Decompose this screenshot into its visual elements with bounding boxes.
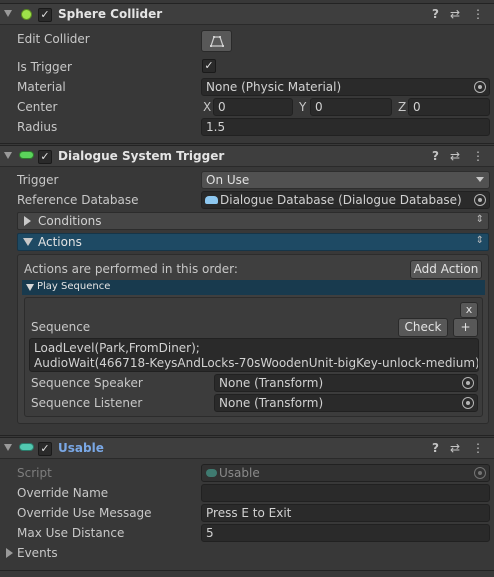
object-picker-icon[interactable] xyxy=(462,397,474,409)
sequence-listener-label: Sequence Listener xyxy=(31,396,143,410)
usable-enabled-checkbox[interactable]: ✓ xyxy=(38,442,52,456)
help-icon[interactable]: ? xyxy=(432,7,439,21)
foldout-expanded-icon xyxy=(26,284,34,291)
foldout-arrow-icon[interactable] xyxy=(4,152,12,159)
max-use-distance-field[interactable]: 5 xyxy=(201,524,490,542)
radius-field[interactable]: 1.5 xyxy=(201,118,490,136)
trigger-label: Trigger xyxy=(17,173,59,187)
object-picker-icon xyxy=(474,467,486,479)
center-y-field[interactable]: 0 xyxy=(310,98,392,116)
sphere-collider-title: Sphere Collider xyxy=(58,7,163,21)
conditions-label: Conditions xyxy=(38,214,102,228)
database-icon xyxy=(205,196,218,204)
play-sequence-header[interactable]: Play Sequence xyxy=(22,280,485,295)
menu-icon[interactable]: ⋮ xyxy=(472,149,484,163)
sequence-listener-field[interactable]: None (Transform) xyxy=(214,394,478,412)
foldout-arrow-icon[interactable] xyxy=(4,10,12,17)
center-label: Center xyxy=(17,100,58,114)
remove-action-button[interactable]: x xyxy=(460,302,478,318)
foldout-collapsed-icon xyxy=(24,216,31,226)
presets-icon[interactable]: ⇄ xyxy=(450,441,460,455)
sphere-collider-header[interactable]: ✓ Sphere Collider ? ⇄ ⋮ xyxy=(0,3,494,25)
sequence-speaker-field[interactable]: None (Transform) xyxy=(214,374,478,392)
foldout-collapsed-icon xyxy=(6,548,13,558)
reorder-icon: ⇕ xyxy=(475,235,484,246)
edit-collider-icon xyxy=(209,36,224,47)
center-x-field[interactable]: 0 xyxy=(213,98,293,116)
dialogue-trigger-icon xyxy=(19,151,34,159)
sequence-speaker-label: Sequence Speaker xyxy=(31,376,143,390)
script-label: Script xyxy=(17,466,52,480)
help-icon[interactable]: ? xyxy=(432,441,439,455)
dialogue-trigger-title: Dialogue System Trigger xyxy=(58,149,225,163)
sphere-collider-enabled-checkbox[interactable]: ✓ xyxy=(38,8,52,22)
dropdown-arrow-icon xyxy=(476,177,484,182)
edit-collider-button[interactable] xyxy=(201,30,232,52)
material-field[interactable]: None (Physic Material) xyxy=(201,78,490,96)
script-field: Usable xyxy=(201,464,490,482)
override-use-message-label: Override Use Message xyxy=(17,506,152,520)
center-y-label: Y xyxy=(299,100,307,114)
divider xyxy=(0,143,494,144)
dialogue-trigger-enabled-checkbox[interactable]: ✓ xyxy=(38,150,52,164)
usable-icon xyxy=(19,443,34,451)
reorder-icon: ⇕ xyxy=(475,214,484,225)
center-x-label: X xyxy=(203,100,212,114)
reference-database-label: Reference Database xyxy=(17,193,139,207)
add-sequence-command-button[interactable]: + xyxy=(453,318,478,337)
override-name-field[interactable] xyxy=(201,484,490,502)
edit-collider-label: Edit Collider xyxy=(17,32,90,46)
menu-icon[interactable]: ⋮ xyxy=(472,441,484,455)
is-trigger-checkbox[interactable]: ✓ xyxy=(202,59,216,73)
sequence-speaker-value: None (Transform) xyxy=(219,376,324,390)
help-icon[interactable]: ? xyxy=(432,149,439,163)
presets-icon[interactable]: ⇄ xyxy=(450,149,460,163)
center-z-label: Z xyxy=(398,100,407,114)
sequence-line: AudioWait(466718-KeysAndLocks-70sWoodenU… xyxy=(34,356,479,370)
trigger-dropdown[interactable]: On Use xyxy=(201,171,490,189)
conditions-foldout[interactable]: Conditions ⇕ xyxy=(17,212,489,230)
override-use-message-field[interactable]: Press E to Exit xyxy=(201,504,490,522)
sphere-collider-icon xyxy=(21,9,32,20)
foldout-expanded-icon xyxy=(23,238,33,246)
divider xyxy=(0,570,494,571)
max-use-distance-label: Max Use Distance xyxy=(17,526,125,540)
sequence-textarea[interactable]: LoadLevel(Park,FromDiner); AudioWait(466… xyxy=(29,338,479,372)
sequence-label: Sequence xyxy=(31,320,91,334)
sequence-line: LoadLevel(Park,FromDiner); xyxy=(34,341,200,355)
add-action-button[interactable]: Add Action xyxy=(410,260,482,279)
reference-database-field[interactable]: Dialogue Database (Dialogue Database) xyxy=(201,191,490,209)
sequence-listener-value: None (Transform) xyxy=(219,396,324,410)
menu-icon[interactable]: ⋮ xyxy=(472,7,484,21)
actions-label: Actions xyxy=(38,235,82,249)
foldout-arrow-icon[interactable] xyxy=(4,444,12,451)
usable-title: Usable xyxy=(58,441,104,455)
radius-label: Radius xyxy=(17,120,58,134)
play-sequence-title: Play Sequence xyxy=(37,281,111,292)
object-picker-icon[interactable] xyxy=(462,377,474,389)
script-icon xyxy=(206,469,217,477)
usable-header[interactable]: ✓ Usable ? ⇄ ⋮ xyxy=(0,437,494,459)
events-label: Events xyxy=(17,546,58,560)
script-value: Usable xyxy=(219,466,260,480)
center-z-field[interactable]: 0 xyxy=(408,98,490,116)
is-trigger-label: Is Trigger xyxy=(17,60,72,74)
check-sequence-button[interactable]: Check xyxy=(398,318,448,337)
object-picker-icon[interactable] xyxy=(474,81,486,93)
material-label: Material xyxy=(17,80,66,94)
material-value: None (Physic Material) xyxy=(206,80,342,94)
presets-icon[interactable]: ⇄ xyxy=(450,7,460,21)
actions-foldout[interactable]: Actions ⇕ xyxy=(17,233,489,251)
override-name-label: Override Name xyxy=(17,486,109,500)
trigger-value: On Use xyxy=(206,173,250,187)
actions-order-text: Actions are performed in this order: xyxy=(24,262,238,276)
reference-database-value: Dialogue Database (Dialogue Database) xyxy=(220,193,462,207)
events-foldout[interactable]: Events xyxy=(0,544,494,564)
dialogue-trigger-header[interactable]: ✓ Dialogue System Trigger ? ⇄ ⋮ xyxy=(0,145,494,167)
divider xyxy=(0,435,494,436)
object-picker-icon[interactable] xyxy=(474,194,486,206)
